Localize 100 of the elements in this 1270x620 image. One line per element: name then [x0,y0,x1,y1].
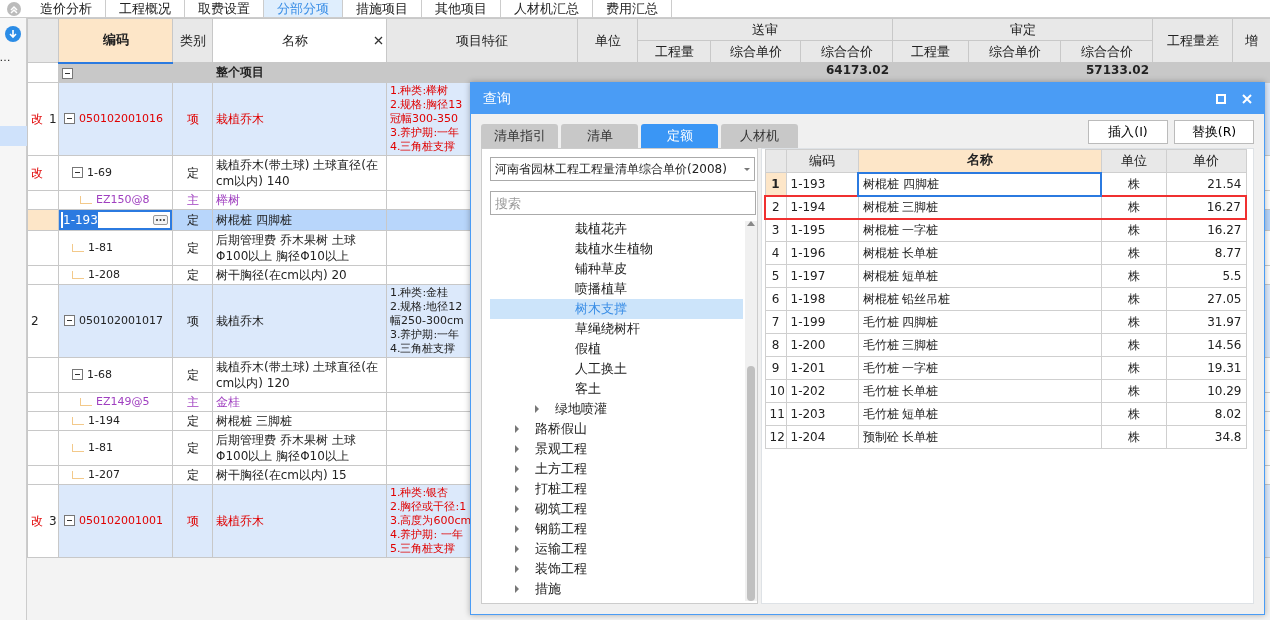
column-header[interactable]: 增 [1232,18,1270,63]
table-cell: 1-197 [786,264,858,288]
tree-item[interactable]: 路桥假山 [490,419,743,439]
table-cell: 项 [186,313,199,328]
column-header[interactable]: 项目特征 [386,18,578,63]
table-cell: 定 [186,467,199,482]
tree-item[interactable]: 人工换土 [490,359,743,379]
table-cell: 1-202 [786,379,858,403]
collapse-icon[interactable] [72,369,83,380]
tree-item[interactable]: 运输工程 [490,539,743,559]
tree-item[interactable]: 钢筋工程 [490,519,743,539]
table-cell: 毛竹桩 三脚桩 [858,333,1101,357]
tree-connector [72,270,84,279]
feature-line: 4.三角桩支撑 [390,139,456,154]
feature-line: 2.规格:胸径13 [390,97,463,112]
column-header[interactable]: 单位 [577,18,638,63]
tree-item[interactable]: 喷播植草 [490,279,743,299]
collapse-icon[interactable] [72,167,83,178]
feature-line: 4.养护期: 一年 [390,527,463,542]
table-cell: 栽植乔木(带土球) 土球直径(在cm以内) 120 [216,359,378,390]
table-cell: 树干胸径(在cm以内) 20 [216,267,347,282]
table-cell: 栽植乔木(带土球) 土球直径(在cm以内) 140 [216,157,378,188]
feature-line: 1.种类:金桂 [390,285,449,300]
tree-item[interactable]: 栽植水生植物 [490,239,743,259]
maximize-icon[interactable] [1216,93,1226,104]
column-header[interactable]: 名称 [858,149,1101,173]
dropdown-icon[interactable] [744,167,750,171]
table-cell: 整个项目 [216,65,264,80]
column-header[interactable]: 类别 [172,18,213,63]
tree-item[interactable]: 铺种草皮 [490,259,743,279]
tree-item[interactable]: 装饰工程 [490,559,743,579]
expand-icon[interactable] [533,405,541,413]
tree-item[interactable]: 绿地喷灌 [490,399,743,419]
tree-item[interactable]: 砌筑工程 [490,499,743,519]
collapse-icon[interactable] [64,315,75,326]
expand-icon[interactable] [513,505,521,513]
row-number: 2 [31,312,39,329]
library-select[interactable]: 河南省园林工程工程量清单综合单价(2008) [490,157,755,181]
code-field[interactable]: 1-193 [59,210,172,229]
expand-icon[interactable] [513,425,521,433]
table-cell: 树棍桩 四脚桩 [858,172,1101,196]
tab[interactable]: 清单 [561,124,638,148]
insert-button[interactable]: 插入(I) [1088,120,1168,144]
row-number: 7 [765,310,786,334]
tree-item[interactable]: 假植 [490,339,743,359]
table-cell: 树棍桩 短单桩 [858,264,1101,288]
search-field[interactable]: 搜索 [490,191,756,215]
scrollbar[interactable] [745,221,757,601]
table-cell: 株 [1101,218,1166,242]
table-cell: 树棍桩 长单桩 [858,241,1101,265]
column-header[interactable]: 单位 [1101,149,1166,173]
expand-icon[interactable] [513,465,521,473]
tree-item[interactable]: 打桩工程 [490,479,743,499]
tab[interactable]: 清单指引 [481,124,558,148]
replace-button[interactable]: 替换(R) [1174,120,1254,144]
download-icon[interactable] [5,26,21,42]
scroll-up-icon[interactable] [747,221,755,226]
change-mark: 改 [31,512,43,529]
expand-icon[interactable] [513,485,521,493]
expand-icon[interactable] [513,525,521,533]
expand-icon[interactable] [513,445,521,453]
table-cell: 定 [186,413,199,428]
tree-connector [72,416,84,425]
table-cell: 1-196 [786,241,858,265]
close-icon[interactable] [374,36,383,45]
table-cell: 后期管理费 乔木果树 土球 Φ100以上 胸径Φ10以上 [216,432,356,463]
table-cell: 树干胸径(在cm以内) 15 [216,467,347,482]
column-header[interactable]: 编码 [786,149,858,173]
table-cell: EZ149@5 [96,393,150,410]
tree-item[interactable]: 栽植花卉 [490,219,743,239]
tab[interactable]: 人材机 [721,124,798,148]
table-cell: 14.56 [1166,333,1246,357]
table-cell: 预制砼 长单桩 [858,425,1101,449]
collapse-icon[interactable] [64,113,75,124]
table-cell: 毛竹桩 长单桩 [858,379,1101,403]
table-cell: 27.05 [1166,287,1246,311]
table-cell: 1-81 [88,239,113,256]
expand-icon[interactable] [513,565,521,573]
tree-connector [80,195,92,204]
tree-item[interactable]: 草绳绕树杆 [490,319,743,339]
table-cell: 株 [1101,425,1166,449]
tree-item[interactable]: 景观工程 [490,439,743,459]
expand-icon[interactable] [513,585,521,593]
collapse-icon[interactable] [64,515,75,526]
table-cell: 10.29 [1166,379,1246,403]
row-number: 2 [765,195,786,219]
tree-item[interactable]: 措施 [490,579,743,599]
expand-icon[interactable] [513,545,521,553]
collapse-icon[interactable] [62,67,73,79]
table-cell: 050102001016 [79,110,163,127]
table-cell: 050102001017 [79,312,163,329]
feature-line: 1.种类:榉树 [390,83,449,98]
tree-item[interactable]: 土方工程 [490,459,743,479]
tree-item[interactable]: 客土 [490,379,743,399]
sidebar-item[interactable]: … [0,48,27,68]
scroll-thumb[interactable] [747,366,755,601]
column-header[interactable]: 单价 [1166,149,1246,173]
table-cell: 31.97 [1166,310,1246,334]
column-header[interactable]: 编码 [58,18,173,63]
column-header[interactable]: 工程量差 [1152,18,1233,63]
